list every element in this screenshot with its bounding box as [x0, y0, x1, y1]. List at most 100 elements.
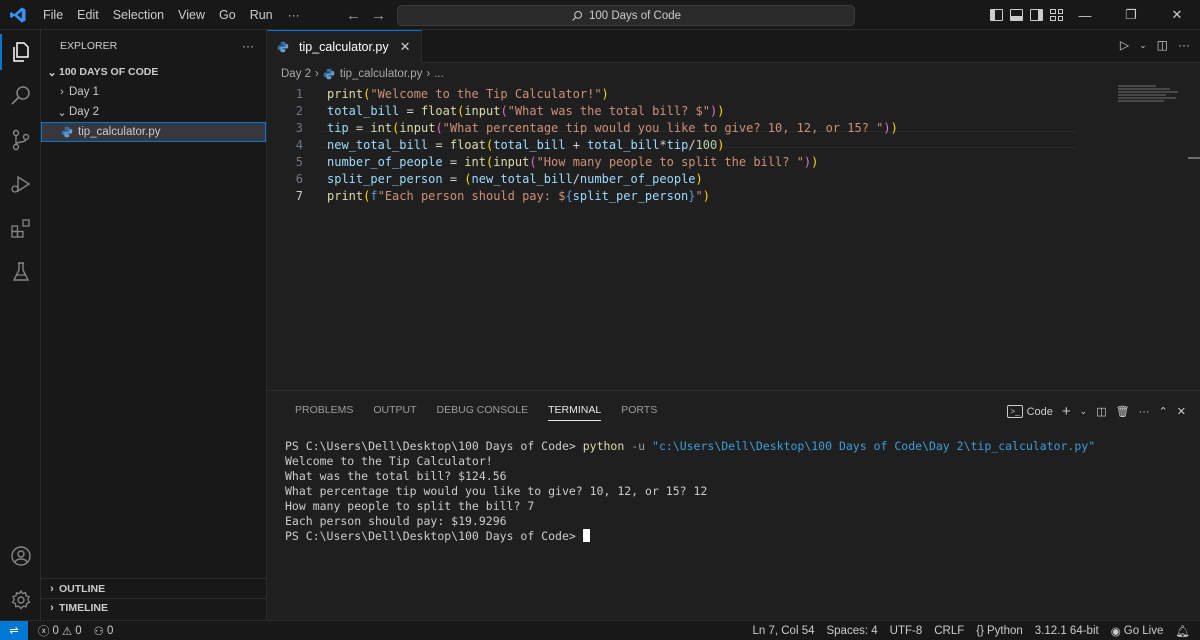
code-line[interactable]: 2 total_bill = float(input("What was the …	[267, 102, 1200, 119]
restore-icon[interactable]: ❐	[1108, 0, 1154, 30]
editor-area: tip_calculator.py ✕ ▷ ⌄ ◫ ··· Day 2 › ti…	[267, 30, 1200, 390]
explorer-more-button[interactable]: ···	[242, 39, 254, 53]
title-bar: File Edit Selection View Go Run ··· ← → …	[0, 0, 1200, 30]
code-line[interactable]: 3 tip = int(input("What percentage tip wo…	[267, 119, 1200, 136]
breadcrumb-symbols[interactable]: ...	[434, 68, 444, 80]
code-line[interactable]: 4 new_total_bill = float(total_bill + tot…	[267, 136, 1200, 153]
file-tip-calculator-label: tip_calculator.py	[78, 126, 161, 138]
menu-edit[interactable]: Edit	[70, 0, 106, 30]
terminal-profile[interactable]: >_ Code	[1007, 405, 1053, 418]
toggle-primary-sidebar-icon[interactable]	[990, 9, 1003, 21]
search-activity-icon[interactable]	[0, 74, 41, 118]
outline-section[interactable]: › OUTLINE	[41, 579, 267, 598]
remote-indicator-icon[interactable]: ⇌	[0, 621, 28, 640]
language-mode[interactable]: {} Python	[970, 625, 1029, 637]
code-line[interactable]: 5 number_of_people = int(input("How many …	[267, 153, 1200, 170]
terminal-output-line: Each person should pay: $19.9296	[285, 514, 507, 528]
kill-terminal-trash-icon[interactable]: 🗑︎	[1116, 405, 1130, 418]
tab-tip-calculator[interactable]: tip_calculator.py ✕	[267, 30, 422, 63]
explorer-title: EXPLORER	[60, 40, 118, 52]
breadcrumb-separator-icon: ›	[315, 68, 319, 80]
close-tab-icon[interactable]: ✕	[400, 39, 411, 55]
editor-more-icon[interactable]: ···	[1178, 38, 1190, 52]
run-dropdown-chevron-icon[interactable]: ⌄	[1139, 40, 1147, 51]
code-line-current[interactable]: 7 print(f"Each person should pay: ${split…	[267, 187, 1200, 204]
terminal-output-line: What percentage tip would you like to gi…	[285, 484, 708, 498]
timeline-section[interactable]: › TIMELINE	[41, 598, 267, 617]
cursor-position[interactable]: Ln 7, Col 54	[746, 625, 820, 637]
new-terminal-plus-icon[interactable]: +	[1062, 403, 1071, 420]
menu-selection[interactable]: Selection	[106, 0, 171, 30]
terminal-cursor	[582, 529, 590, 542]
tab-output[interactable]: OUTPUT	[363, 391, 426, 429]
folder-day-2[interactable]: ⌄ Day 2	[41, 102, 266, 122]
tab-problems[interactable]: PROBLEMS	[285, 391, 363, 429]
close-panel-icon[interactable]: ✕	[1177, 405, 1186, 418]
outline-label: OUTLINE	[59, 582, 106, 595]
explorer-icon[interactable]	[0, 30, 41, 74]
source-control-icon[interactable]	[0, 118, 41, 162]
code-editor[interactable]: 1 print("Welcome to the Tip Calculator!")…	[267, 85, 1200, 204]
accounts-icon[interactable]	[0, 534, 41, 578]
forward-arrow-icon[interactable]: →	[371, 7, 386, 24]
toggle-secondary-sidebar-icon[interactable]	[1030, 9, 1043, 21]
encoding[interactable]: UTF-8	[884, 625, 929, 637]
menu-run[interactable]: Run	[243, 0, 280, 30]
menu-go[interactable]: Go	[212, 0, 243, 30]
toggle-panel-icon[interactable]	[1010, 9, 1023, 21]
folder-root-label: 100 DAYS OF CODE	[59, 66, 159, 78]
testing-flask-icon[interactable]	[0, 250, 41, 294]
python-file-icon	[61, 126, 73, 138]
manage-gear-icon[interactable]	[0, 578, 41, 622]
run-python-file-icon[interactable]: ▷	[1120, 38, 1129, 52]
error-icon: ⓧ	[38, 625, 50, 638]
breadcrumb-separator-icon: ›	[426, 68, 431, 80]
terminal-dropdown-chevron-icon[interactable]: ⌄	[1080, 406, 1088, 417]
python-file-icon	[277, 41, 289, 53]
line-number: 5	[295, 154, 303, 169]
ports-status[interactable]: ⚇ 0	[88, 624, 120, 638]
maximize-panel-chevron-up-icon[interactable]: ⌃	[1159, 405, 1168, 418]
menu-file[interactable]: File	[36, 0, 70, 30]
terminal-flag: -u	[631, 439, 646, 453]
error-count: 0	[52, 624, 59, 637]
menu-more-button[interactable]: ···	[280, 0, 308, 30]
split-editor-icon[interactable]: ◫	[1157, 38, 1168, 52]
panel-more-icon[interactable]: ···	[1139, 406, 1150, 418]
code-text: split_per_person = (new_total_bill/numbe…	[327, 171, 703, 186]
notifications-bell-icon[interactable]: 🔔︎	[1169, 624, 1200, 638]
tab-terminal[interactable]: TERMINAL	[538, 391, 611, 429]
line-number: 7	[295, 188, 303, 203]
code-line[interactable]: 1 print("Welcome to the Tip Calculator!")	[267, 85, 1200, 102]
python-interpreter[interactable]: 3.12.1 64-bit	[1029, 625, 1105, 637]
indentation[interactable]: Spaces: 4	[820, 625, 883, 637]
command-center-search[interactable]: 100 Days of Code	[397, 5, 855, 26]
split-terminal-icon[interactable]: ◫	[1096, 405, 1106, 418]
problems-status[interactable]: ⓧ 0 ⚠ 0	[32, 623, 88, 639]
close-window-icon[interactable]: ✕	[1154, 0, 1200, 30]
chevron-right-icon: ›	[60, 86, 64, 98]
minimap[interactable]	[1118, 85, 1178, 105]
terminal-output[interactable]: PS C:\Users\Dell\Desktop\100 Days of Cod…	[285, 439, 1095, 544]
command-center-text: 100 Days of Code	[588, 9, 682, 22]
terminal-arg: "c:\Users\Dell\Desktop\100 Days of Code\…	[652, 439, 1096, 453]
file-tip-calculator[interactable]: tip_calculator.py	[41, 122, 266, 142]
breadcrumb: Day 2 › tip_calculator.py › ...	[267, 63, 1200, 85]
line-number: 4	[295, 137, 303, 152]
folder-day-1[interactable]: › Day 1	[41, 82, 266, 102]
extensions-icon[interactable]	[0, 206, 41, 250]
back-arrow-icon[interactable]: ←	[346, 7, 361, 24]
code-line[interactable]: 6 split_per_person = (new_total_bill/numb…	[267, 170, 1200, 187]
run-and-debug-icon[interactable]	[0, 162, 41, 206]
menu-view[interactable]: View	[171, 0, 212, 30]
folder-root[interactable]: ⌄ 100 DAYS OF CODE	[41, 62, 266, 82]
go-live-button[interactable]: ◉ Go Live	[1105, 624, 1170, 638]
minimize-icon[interactable]: —	[1062, 0, 1108, 30]
tab-label: tip_calculator.py	[299, 40, 389, 54]
breadcrumb-folder[interactable]: Day 2	[281, 68, 311, 80]
end-of-line[interactable]: CRLF	[928, 625, 970, 637]
tab-ports[interactable]: PORTS	[611, 391, 667, 429]
line-number: 3	[295, 120, 303, 135]
breadcrumb-file[interactable]: tip_calculator.py	[340, 68, 422, 80]
tab-debug-console[interactable]: DEBUG CONSOLE	[427, 391, 539, 429]
